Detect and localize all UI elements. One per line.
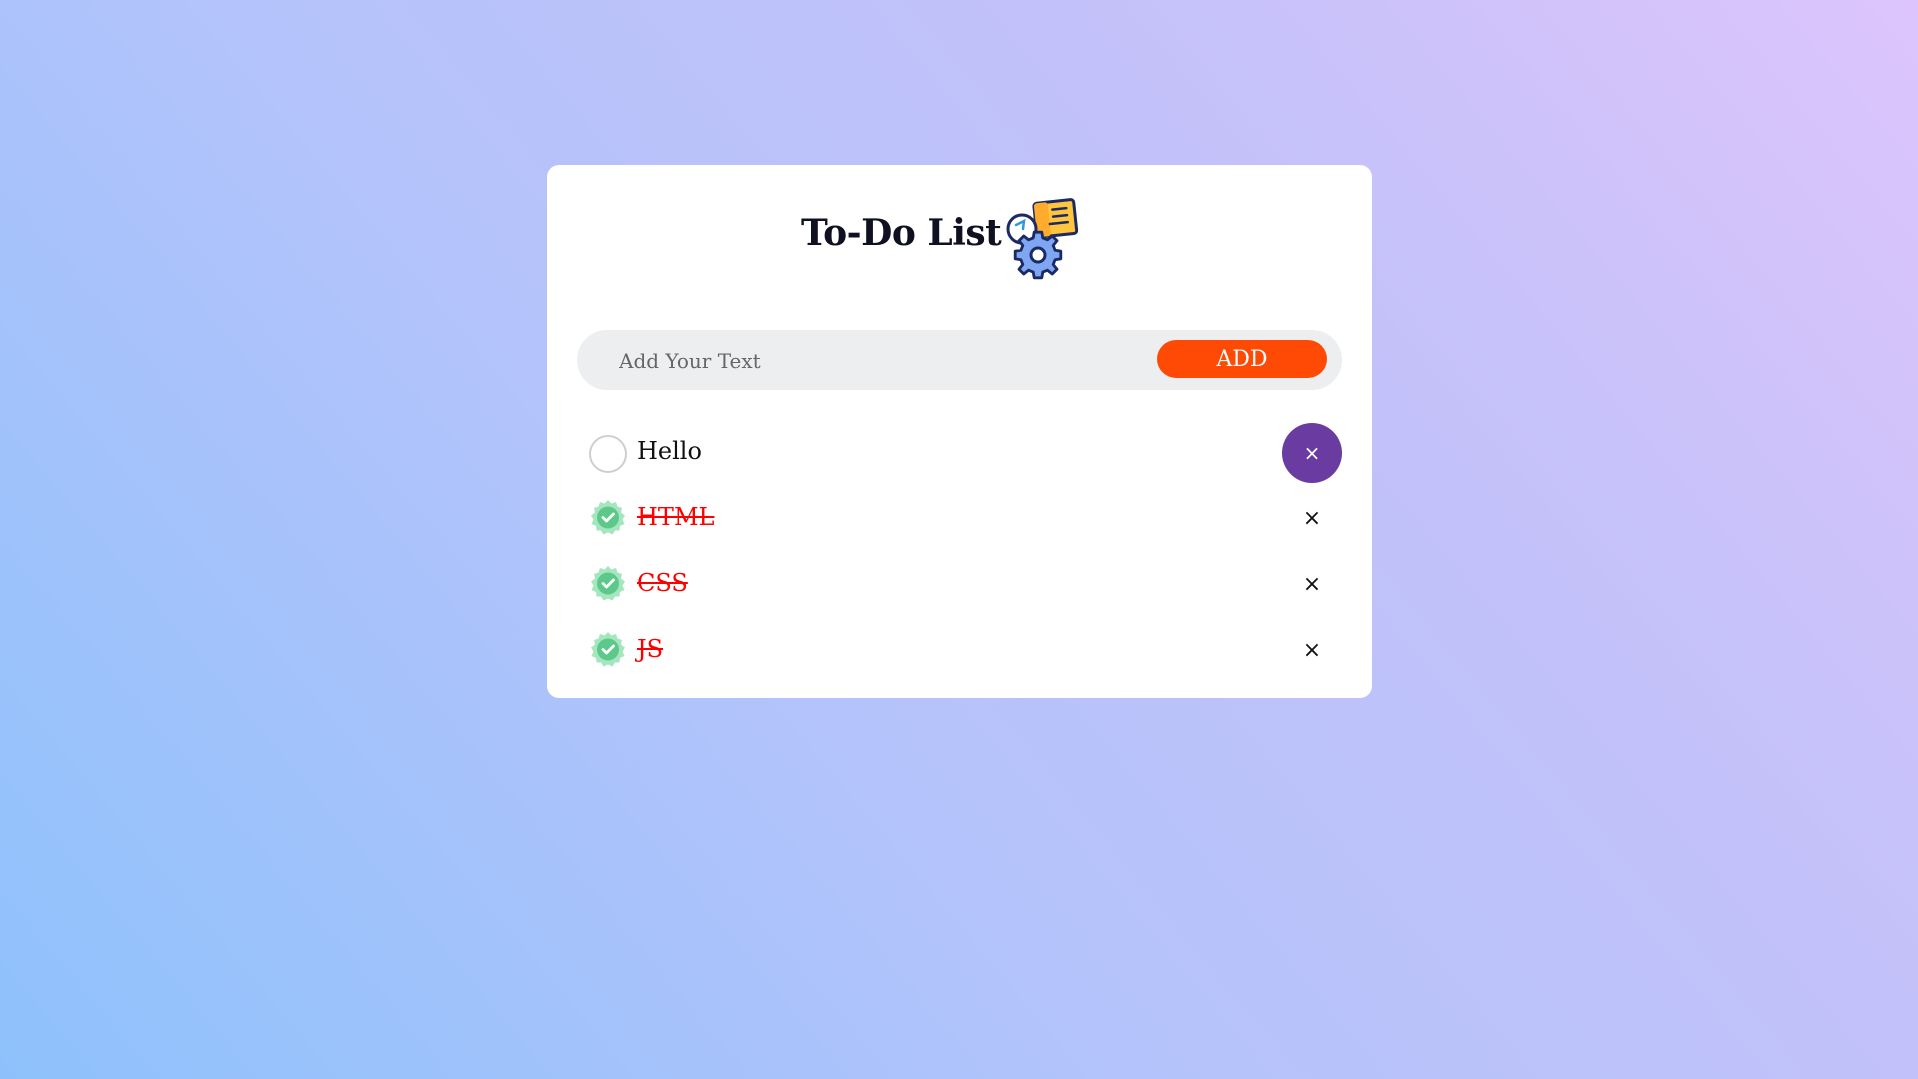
list-item[interactable]: CSS × [547, 557, 1372, 617]
add-button[interactable]: ADD [1157, 340, 1327, 378]
task-settings-icon [1006, 198, 1079, 280]
list-item[interactable]: Hello × [547, 423, 1372, 485]
delete-button[interactable]: × [1282, 555, 1342, 615]
task-input[interactable] [617, 340, 1141, 382]
add-task-bar: ADD [577, 330, 1342, 390]
checked-badge-icon[interactable] [589, 631, 627, 669]
delete-button[interactable]: × [1282, 621, 1342, 681]
checked-badge-icon[interactable] [589, 499, 627, 537]
todo-text: HTML [637, 503, 715, 531]
todo-card: To-Do List ADD Hello [547, 165, 1372, 698]
todo-text: JS [637, 635, 664, 663]
todo-text: Hello [637, 437, 702, 465]
unchecked-circle-icon[interactable] [589, 435, 627, 473]
delete-button[interactable]: × [1282, 489, 1342, 549]
delete-button[interactable]: × [1282, 423, 1342, 483]
checked-badge-icon[interactable] [589, 565, 627, 603]
todo-text: CSS [637, 569, 688, 597]
list-item[interactable]: JS × [547, 623, 1372, 683]
list-item[interactable]: HTML × [547, 491, 1372, 551]
header: To-Do List [547, 165, 1372, 285]
page-title: To-Do List [801, 212, 1002, 254]
